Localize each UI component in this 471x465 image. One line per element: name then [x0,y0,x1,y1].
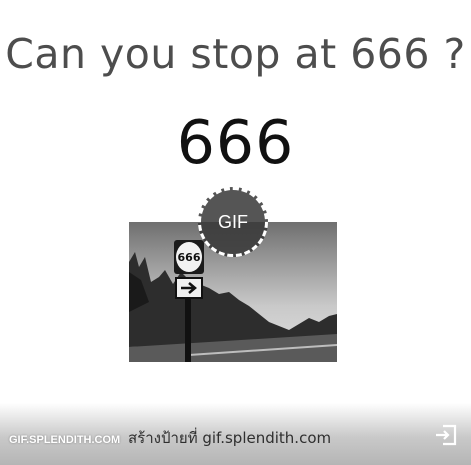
footer-brand[interactable]: GIF.SPLENDITH.COM [9,434,120,446]
sign-post [185,296,191,362]
counter-display: 666 [176,108,295,178]
gif-play-button[interactable]: GIF [198,187,268,257]
exit-icon[interactable] [434,424,458,446]
page-title: Can you stop at 666 ? [5,30,466,78]
footer-promo-link[interactable]: สร้างป้ายที่ gif.splendith.com [128,426,331,450]
route-shield-number: 666 [178,251,201,264]
gif-play-label: GIF [218,211,248,232]
